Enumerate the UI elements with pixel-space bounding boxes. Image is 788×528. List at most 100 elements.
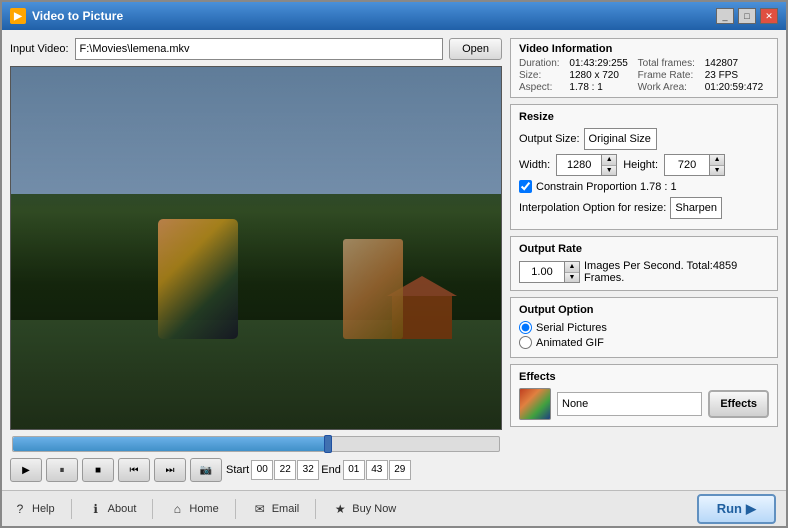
minimize-button[interactable]: _	[716, 8, 734, 24]
run-label: Run	[717, 501, 742, 516]
bottom-bar: ? Help ℹ About ⌂ Home ✉ Email ★ Buy Now …	[2, 490, 786, 526]
rate-text: Images Per Second. Total:4859 Frames.	[584, 260, 769, 284]
output-rate-title: Output Rate	[519, 243, 769, 255]
video-info-grid: Duration: 01:43:29:255 Total frames: 142…	[519, 58, 769, 93]
snapshot-button[interactable]: 📷	[190, 458, 222, 482]
video-preview	[10, 66, 502, 430]
interp-row: Interpolation Option for resize: Sharpen	[519, 197, 769, 219]
rate-row: ▲ ▼ Images Per Second. Total:4859 Frames…	[519, 260, 769, 284]
divider-4	[315, 499, 316, 519]
size-value: 1280 x 720	[569, 70, 633, 81]
height-down-arrow[interactable]: ▼	[710, 166, 724, 176]
height-input-wrap: ▲ ▼	[664, 154, 725, 176]
height-arrows: ▲ ▼	[709, 154, 725, 176]
effects-title: Effects	[519, 371, 769, 383]
end-seconds[interactable]: 29	[389, 460, 411, 480]
interp-label: Interpolation Option for resize:	[519, 202, 666, 214]
pause-button[interactable]: ⏸	[46, 458, 78, 482]
title-bar: ▶ Video to Picture _ □ ✕	[2, 2, 786, 30]
rate-input[interactable]	[519, 261, 564, 283]
total-frames-label: Total frames:	[638, 58, 701, 69]
next-icon: ⏭	[166, 465, 175, 476]
interp-wrapper: Sharpen	[670, 197, 769, 219]
serial-row: Serial Pictures	[519, 321, 769, 334]
width-arrows: ▲ ▼	[601, 154, 617, 176]
buy-now-button[interactable]: ★ Buy Now	[332, 501, 396, 517]
email-button[interactable]: ✉ Email	[252, 501, 300, 517]
play-icon: ▶	[22, 465, 30, 476]
time-display: Start 00 22 32 End 01 43 29	[226, 460, 411, 480]
constrain-label: Constrain Proportion 1.78 : 1	[536, 181, 677, 193]
width-input-wrap: ▲ ▼	[556, 154, 617, 176]
home-label: Home	[189, 503, 218, 515]
run-arrow-icon: ▶	[746, 501, 756, 517]
constrain-row: Constrain Proportion 1.78 : 1	[519, 180, 769, 193]
rate-up-arrow[interactable]: ▲	[565, 262, 579, 273]
pause-icon: ⏸	[60, 465, 65, 476]
help-label: Help	[32, 503, 55, 515]
rate-input-wrap: ▲ ▼	[519, 261, 580, 283]
output-size-row: Output Size: Original Size	[519, 128, 769, 150]
height-input[interactable]	[664, 154, 709, 176]
height-up-arrow[interactable]: ▲	[710, 155, 724, 166]
seekbar-thumb[interactable]	[324, 435, 332, 453]
about-icon: ℹ	[88, 501, 104, 517]
height-label: Height:	[623, 159, 658, 171]
controls-row: ▶ ⏸ ■ ⏮ ⏭ 📷 Start	[10, 458, 502, 482]
divider-3	[235, 499, 236, 519]
seekbar[interactable]	[12, 436, 500, 452]
main-window: ▶ Video to Picture _ □ ✕ Input Video: Op…	[0, 0, 788, 528]
prev-button[interactable]: ⏮	[118, 458, 150, 482]
output-rate-box: Output Rate ▲ ▼ Images Per Second. Total…	[510, 236, 778, 291]
frame-rate-label: Frame Rate:	[638, 70, 701, 81]
open-button[interactable]: Open	[449, 38, 502, 60]
rate-down-arrow[interactable]: ▼	[565, 273, 579, 283]
start-hours[interactable]: 00	[251, 460, 273, 480]
help-button[interactable]: ? Help	[12, 501, 55, 517]
total-frames-value: 142807	[705, 58, 769, 69]
divider-2	[152, 499, 153, 519]
video-scene	[11, 67, 501, 429]
star-icon: ★	[332, 501, 348, 517]
start-label: Start	[226, 464, 249, 476]
aspect-label: Aspect:	[519, 82, 565, 93]
width-label: Width:	[519, 159, 550, 171]
end-time: 01 43 29	[343, 460, 411, 480]
effect-preview	[519, 388, 551, 420]
animated-label: Animated GIF	[536, 337, 604, 349]
animated-radio[interactable]	[519, 336, 532, 349]
maximize-button[interactable]: □	[738, 8, 756, 24]
about-button[interactable]: ℹ About	[88, 501, 137, 517]
width-up-arrow[interactable]: ▲	[602, 155, 616, 166]
rate-arrows: ▲ ▼	[564, 261, 580, 283]
effects-button[interactable]: Effects	[708, 390, 769, 418]
constrain-checkbox[interactable]	[519, 180, 532, 193]
serial-radio[interactable]	[519, 321, 532, 334]
help-icon: ?	[12, 501, 28, 517]
start-seconds[interactable]: 32	[297, 460, 319, 480]
output-size-select[interactable]: Original Size	[584, 128, 657, 150]
input-video-field[interactable]	[75, 38, 444, 60]
play-button[interactable]: ▶	[10, 458, 42, 482]
dark-overlay	[11, 67, 501, 429]
end-minutes[interactable]: 43	[366, 460, 388, 480]
app-icon: ▶	[10, 8, 26, 24]
video-info-title: Video Information	[519, 43, 769, 55]
email-icon: ✉	[252, 501, 268, 517]
animated-row: Animated GIF	[519, 336, 769, 349]
end-hours[interactable]: 01	[343, 460, 365, 480]
divider-1	[71, 499, 72, 519]
next-button[interactable]: ⏭	[154, 458, 186, 482]
resize-box: Resize Output Size: Original Size Width:	[510, 104, 778, 230]
width-down-arrow[interactable]: ▼	[602, 166, 616, 176]
start-minutes[interactable]: 22	[274, 460, 296, 480]
run-button[interactable]: Run ▶	[697, 494, 776, 524]
aspect-value: 1.78 : 1	[569, 82, 633, 93]
home-button[interactable]: ⌂ Home	[169, 501, 218, 517]
close-button[interactable]: ✕	[760, 8, 778, 24]
interp-select[interactable]: Sharpen	[670, 197, 722, 219]
work-area-label: Work Area:	[638, 82, 701, 93]
width-input[interactable]	[556, 154, 601, 176]
stop-button[interactable]: ■	[82, 458, 114, 482]
right-panel: Video Information Duration: 01:43:29:255…	[510, 38, 778, 482]
